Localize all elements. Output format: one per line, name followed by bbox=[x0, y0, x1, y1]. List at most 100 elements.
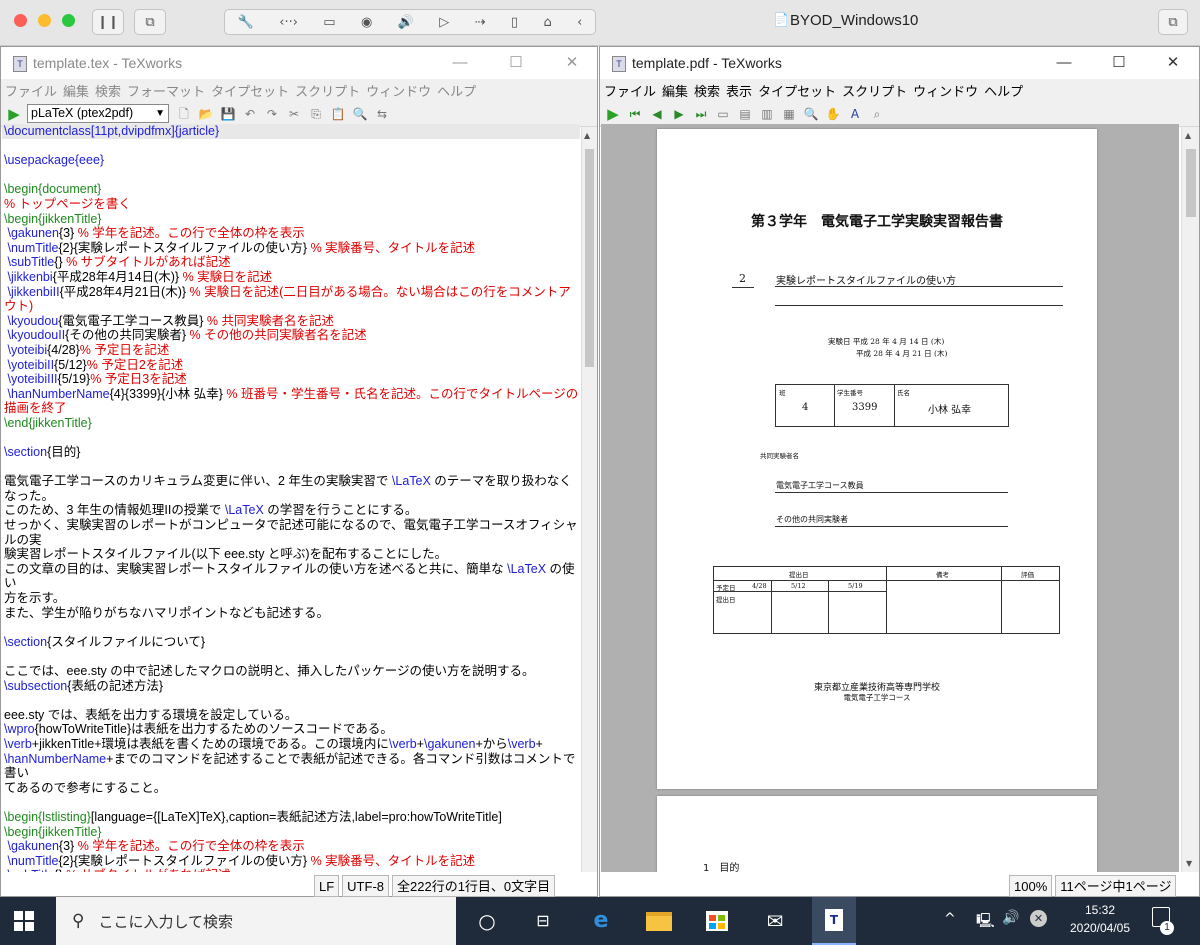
actual-size-icon[interactable]: ▭ bbox=[714, 105, 732, 123]
close-dot[interactable] bbox=[14, 14, 27, 27]
source-line[interactable]: \jikkenbi{平成28年4月14日(木)} % 実験日を記述 bbox=[2, 270, 580, 285]
menu-help[interactable]: ヘルプ bbox=[437, 81, 476, 100]
menu-window[interactable]: ウィンドウ bbox=[913, 81, 978, 100]
menu-file[interactable]: ファイル bbox=[5, 81, 57, 100]
close-button[interactable]: ✕ bbox=[1150, 51, 1196, 75]
source-line[interactable]: 験実習レポートスタイルファイル(以下 eee.sty と呼ぶ)を配布することにし… bbox=[2, 547, 580, 562]
fit-page-icon[interactable]: ▥ bbox=[758, 105, 776, 123]
source-line[interactable]: 方を示す。 bbox=[2, 591, 580, 606]
source-line[interactable]: \subsection{表紙の記述方法} bbox=[2, 679, 580, 694]
scroll-up-icon[interactable]: ▲ bbox=[584, 131, 595, 140]
menu-search[interactable]: 検索 bbox=[95, 81, 121, 100]
drive-icon[interactable]: ▭ bbox=[323, 15, 335, 30]
source-line[interactable]: \yoteibiIII{5/19}% 予定日3を記述 bbox=[2, 372, 580, 387]
source-line[interactable]: \end{jikkenTitle} bbox=[2, 416, 580, 431]
source-line[interactable]: \hanNumberName+までのコマンドを記述することで表紙が記述できる。各… bbox=[2, 752, 580, 781]
edge-icon[interactable]: e bbox=[584, 907, 618, 935]
search-icon[interactable]: ⌕ bbox=[868, 105, 886, 123]
source-line[interactable]: \section{スタイルファイルについて} bbox=[2, 635, 580, 650]
source-line[interactable]: てあるので参考にすること。 bbox=[2, 781, 580, 796]
prev-page-icon[interactable]: ◀ bbox=[648, 105, 666, 123]
eol-status[interactable]: LF bbox=[314, 875, 340, 897]
menu-script[interactable]: スクリプト bbox=[842, 81, 907, 100]
last-page-icon[interactable]: ⏭ bbox=[692, 105, 710, 123]
source-line[interactable]: \begin{lstlisting}[language={[LaTeX]TeX}… bbox=[2, 810, 580, 825]
source-line[interactable] bbox=[2, 620, 580, 635]
source-line[interactable]: この文章の目的は、実験実習レポートスタイルファイルの使い方を述べると共に、簡単な… bbox=[2, 562, 580, 591]
next-page-icon[interactable]: ▶ bbox=[670, 105, 688, 123]
mail-icon[interactable]: ✉ bbox=[758, 909, 792, 933]
source-line[interactable]: ここでは、eee.sty の中で記述したマクロの説明と、挿入したパッケージの使い… bbox=[2, 664, 580, 679]
open-folder-icon[interactable]: 📂 bbox=[197, 105, 215, 123]
scroll-down-icon[interactable]: ▼ bbox=[1186, 859, 1192, 868]
start-button[interactable] bbox=[0, 897, 48, 945]
zoom-dot[interactable] bbox=[62, 14, 75, 27]
minimize-button[interactable]: — bbox=[437, 51, 483, 75]
source-line[interactable]: \begin{jikkenTitle} bbox=[2, 212, 580, 227]
source-line[interactable]: \verb+jikkenTitle+環境は表紙を書くための環境である。この環境内… bbox=[2, 737, 580, 752]
chevron-left-icon[interactable]: ‹ bbox=[577, 15, 582, 30]
paste-icon[interactable]: 📋 bbox=[329, 105, 347, 123]
source-line[interactable] bbox=[2, 460, 580, 475]
cortana-icon[interactable]: ○ bbox=[470, 909, 504, 933]
speaker-icon[interactable]: 🔊 bbox=[398, 15, 414, 30]
source-line[interactable]: また、学生が陥りがちなハマリポイントなども記述する。 bbox=[2, 606, 580, 621]
new-file-icon[interactable]: 🗋 bbox=[175, 105, 193, 123]
minimize-dot[interactable] bbox=[38, 14, 51, 27]
engine-select[interactable]: pLaTeX (ptex2pdf) ▼ bbox=[27, 104, 169, 123]
scroll-thumb[interactable] bbox=[1186, 149, 1196, 217]
source-line[interactable] bbox=[2, 649, 580, 664]
source-line[interactable]: % トップページを書く bbox=[2, 197, 580, 212]
maximize-button[interactable]: ☐ bbox=[493, 51, 539, 75]
source-line[interactable]: \numTitle{2}{実験レポートスタイルファイルの使い方} % 実験番号、… bbox=[2, 854, 580, 869]
chevron-up-icon[interactable]: ^ bbox=[944, 911, 956, 927]
menu-format[interactable]: フォーマット bbox=[127, 81, 205, 100]
phone-icon[interactable]: ▯ bbox=[511, 15, 518, 30]
find-icon[interactable]: 🔍 bbox=[351, 105, 369, 123]
pdf-viewer[interactable]: 第３学年 電気電子工学実験実習報告書 2 実験レポートスタイルファイルの使い方 … bbox=[601, 124, 1179, 872]
redo-icon[interactable]: ↷ bbox=[263, 105, 281, 123]
menu-help[interactable]: ヘルプ bbox=[984, 81, 1023, 100]
taskbar-search[interactable]: ⚲ ここに入力して検索 bbox=[56, 897, 456, 945]
menu-typeset[interactable]: タイプセット bbox=[211, 81, 289, 100]
cut-icon[interactable]: ✂ bbox=[285, 105, 303, 123]
source-line[interactable]: \wpro{howToWriteTitle}は表紙を出力するためのソースコードで… bbox=[2, 722, 580, 737]
source-line[interactable] bbox=[2, 139, 580, 154]
close-button[interactable]: ✕ bbox=[549, 51, 595, 75]
source-line[interactable] bbox=[2, 430, 580, 445]
source-line[interactable]: \begin{document} bbox=[2, 182, 580, 197]
folder-share-icon[interactable]: ⌂ bbox=[543, 15, 551, 30]
scroll-thumb[interactable] bbox=[585, 149, 594, 367]
texworks-taskbar-icon[interactable]: T bbox=[812, 897, 856, 945]
source-line[interactable]: なった。 bbox=[2, 489, 580, 504]
text-select-icon[interactable]: A bbox=[846, 105, 864, 123]
menu-edit[interactable]: 編集 bbox=[63, 81, 89, 100]
source-line[interactable]: 電気電子工学コースのカリキュラム変更に伴い、2 年生の実験実習で \LaTeX … bbox=[2, 474, 580, 489]
source-line[interactable]: \yoteibi{4/28}% 予定日を記述 bbox=[2, 343, 580, 358]
source-line[interactable]: このため、3 年生の情報処理IIの授業で \LaTeX の学習を行うことにする。 bbox=[2, 503, 580, 518]
source-line[interactable]: \hanNumberName{4}{3399}{小林 弘幸} % 班番号・学生番… bbox=[2, 387, 580, 402]
pause-icon[interactable]: ❙❙ bbox=[92, 9, 124, 35]
clock[interactable]: 15:32 2020/04/05 bbox=[1062, 903, 1138, 935]
source-line[interactable]: \numTitle{2}{実験レポートスタイルファイルの使い方} % 実験番号、… bbox=[2, 241, 580, 256]
save-icon[interactable]: 💾 bbox=[219, 105, 237, 123]
replace-icon[interactable]: ⇆ bbox=[373, 105, 391, 123]
source-line[interactable]: ウト) bbox=[2, 299, 580, 314]
source-line[interactable]: \jikkenbiII{平成28年4月21日(木)} % 実験日を記述(二日目が… bbox=[2, 285, 580, 300]
encoding-status[interactable]: UTF-8 bbox=[342, 875, 390, 897]
fit-width-icon[interactable]: ▤ bbox=[736, 105, 754, 123]
source-line[interactable]: \subTitle{} % サブタイトルがあれば記述 bbox=[2, 868, 580, 872]
camera-icon[interactable]: ▷ bbox=[439, 15, 449, 30]
menu-window[interactable]: ウィンドウ bbox=[366, 81, 431, 100]
volume-icon[interactable]: 🔊 bbox=[1002, 910, 1019, 926]
minimize-button[interactable]: — bbox=[1041, 51, 1087, 75]
menu-edit[interactable]: 編集 bbox=[662, 81, 688, 100]
task-view-icon[interactable]: ⊟ bbox=[526, 909, 560, 933]
fit-window-icon[interactable]: ▦ bbox=[780, 105, 798, 123]
source-line[interactable]: \yoteibiII{5/12}% 予定日2を記述 bbox=[2, 358, 580, 373]
menu-search[interactable]: 検索 bbox=[694, 81, 720, 100]
copy-icon[interactable]: ⎘ bbox=[307, 105, 325, 123]
window-mode-icon[interactable]: ⧉ bbox=[1158, 9, 1188, 35]
source-line[interactable]: \usepackage{eee} bbox=[2, 153, 580, 168]
usb-icon[interactable]: ⇢ bbox=[475, 15, 486, 30]
